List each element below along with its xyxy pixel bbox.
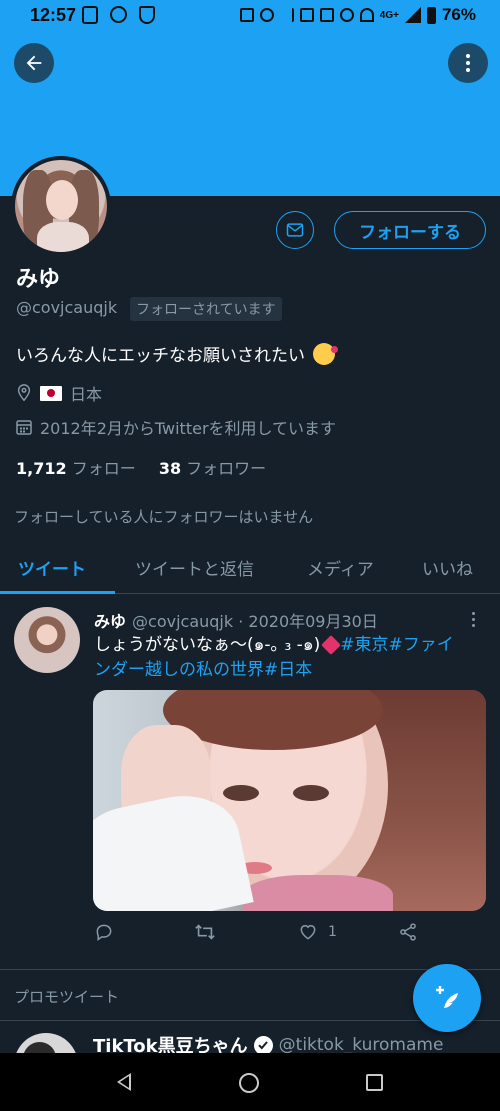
like-count: 1 [328, 924, 337, 940]
follows-you-badge: フォローされています [130, 297, 282, 321]
arrow-left-icon [26, 55, 42, 71]
key-icon [339, 8, 354, 22]
tweet-more-button[interactable] [472, 612, 475, 630]
profile-bio: いろんな人にエッチなお願いされたい [16, 341, 338, 366]
tweet-text: しょうがないなぁ〜(๑-｡ ₃ -๑) #東京#ファイ ンダー越しの私の世界#日本 [94, 633, 489, 683]
profile-avatar[interactable] [11, 156, 111, 256]
display-name: みゆ [16, 267, 61, 292]
android-nav-bar [0, 1053, 500, 1111]
joined-row: 2012年2月からTwitterを利用しています [16, 415, 336, 439]
tweet-handle: @covjcauqjk [132, 612, 234, 631]
share-button[interactable] [398, 922, 418, 942]
following-count: 1,712 [16, 459, 67, 478]
auto-icon [239, 8, 254, 22]
following-link[interactable]: 1,712 フォロー [16, 459, 136, 478]
followers-count: 38 [158, 459, 182, 478]
retweet-icon [195, 924, 215, 940]
reply-button[interactable] [94, 922, 114, 942]
share-icon [400, 923, 416, 941]
signal-icon [404, 7, 421, 23]
nav-recents-icon[interactable] [366, 1074, 383, 1091]
tweet-hashtags-a[interactable]: #東京#ファイ [340, 635, 454, 655]
status-time: 12:57 [30, 5, 77, 25]
tweet-text-line1: しょうがないなぁ〜(๑-｡ ₃ -๑) [94, 635, 321, 655]
followers-label: フォロワー [186, 459, 267, 478]
joined-text: 2012年2月からTwitterを利用しています [40, 419, 337, 438]
retweet-button[interactable] [194, 922, 216, 942]
nav-home-icon[interactable] [239, 1073, 259, 1093]
heart-outline-icon [300, 925, 316, 940]
tweet-avatar[interactable] [14, 607, 80, 673]
vibrate-icon [319, 8, 334, 22]
alarm-icon [259, 8, 274, 22]
kiss-emoji-icon [313, 342, 338, 365]
verified-badge-icon [253, 1035, 273, 1055]
followers-link[interactable]: 38 フォロワー [159, 459, 266, 478]
tab-tweets[interactable]: ツイート [18, 555, 86, 580]
nav-back-icon[interactable] [117, 1073, 131, 1091]
tweet-actions: 1 [94, 922, 424, 948]
app-notification-icon [110, 6, 127, 23]
compose-feather-icon [436, 986, 458, 1008]
section-divider [0, 969, 500, 970]
reply-icon [96, 924, 112, 941]
wifi-icon [359, 8, 374, 22]
compose-tweet-button[interactable] [413, 964, 481, 1032]
location-row: 日本 [16, 381, 102, 405]
tab-likes[interactable]: いいね [422, 555, 473, 580]
promo-handle: @tiktok_kuromame [278, 1035, 444, 1055]
back-button[interactable] [14, 43, 54, 83]
message-button[interactable] [276, 211, 314, 249]
follow-button[interactable]: フォローする [334, 211, 486, 249]
profile-tabs: ツイート ツイートと返信 メディア いいね [0, 545, 500, 594]
bluetooth-icon [280, 8, 294, 22]
status-bar: 12:57 4G+ 76% [0, 0, 500, 30]
envelope-icon [286, 223, 304, 237]
follow-counts: 1,712 フォロー 38 フォロワー [16, 455, 266, 479]
like-button[interactable]: 1 [298, 922, 337, 942]
battery-icon [426, 6, 436, 24]
battery-percent: 76% [441, 5, 476, 24]
tweet-separator: · [238, 612, 244, 631]
profile-handle: @covjcauqjk [16, 298, 118, 317]
location-pin-icon [17, 384, 31, 402]
location-text: 日本 [70, 385, 103, 404]
tweet-media-image[interactable] [93, 690, 486, 911]
calendar-icon [16, 420, 32, 435]
japan-flag-icon [40, 385, 62, 401]
bio-text: いろんな人にエッチなお願いされたい [16, 346, 305, 366]
shield-icon [139, 6, 155, 24]
network-type: 4G+ [379, 9, 399, 21]
promoted-tweet-label: プロモツイート [14, 988, 120, 1006]
nfc-icon [299, 8, 314, 22]
active-tab-indicator [0, 591, 115, 594]
more-vertical-icon [466, 54, 470, 72]
heart-emoji-icon [321, 635, 342, 655]
tab-tweets-replies[interactable]: ツイートと返信 [135, 555, 254, 580]
tweet-author[interactable]: みゆ [94, 612, 126, 631]
tweet-hashtags-b[interactable]: ンダー越しの私の世界#日本 [94, 660, 312, 680]
more-options-button[interactable] [448, 43, 488, 83]
following-label: フォロー [71, 459, 136, 478]
tweet-header: みゆ @covjcauqjk · 2020年09月30日 [94, 608, 378, 632]
more-vertical-icon [472, 612, 475, 627]
mutual-followers-note: フォローしている人にフォロワーはいません [14, 508, 314, 526]
tab-media[interactable]: メディア [307, 555, 374, 580]
tweet-date: 2020年09月30日 [248, 612, 378, 631]
notification-icon [82, 6, 98, 24]
